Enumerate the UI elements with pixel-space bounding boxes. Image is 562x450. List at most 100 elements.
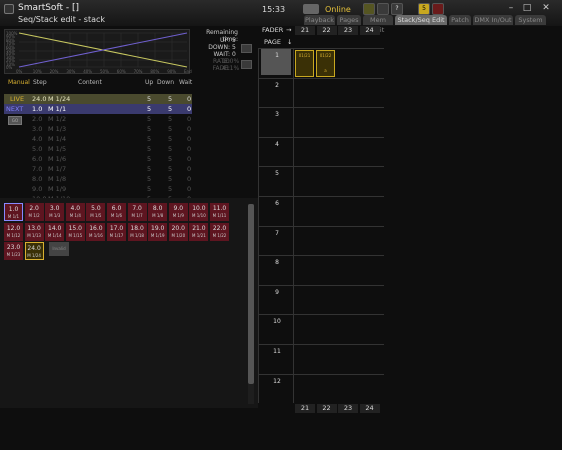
cue-button[interactable]: 10.0 M 1/10 [189,203,209,221]
cue-button[interactable]: 16.0 M 1/16 [86,222,106,241]
step-wait: 0 [187,165,192,173]
step-down: 5 [168,115,173,123]
remaining-up-value: 5 [232,37,236,44]
page-number[interactable]: 3 [262,111,292,118]
page-divider [258,373,384,375]
page-number[interactable]: 1 [262,52,292,59]
cue-number: 12.0 [6,224,21,232]
list-item[interactable]: 9.0 M 1/9 5 5 0 [4,184,192,194]
cue-memory: M 1/3 [49,213,61,218]
cue-button[interactable]: 7.0 M 1/7 [127,203,147,221]
cue-button[interactable]: 6.0 M 1/6 [107,203,126,221]
fader-slot-22[interactable]: 01/22 a [316,50,335,77]
cue-button[interactable]: 18.0 M 1/18 [127,222,147,241]
cue-memory: M 1/12 [6,232,21,238]
help-icon[interactable]: ? [391,3,403,15]
tab-mem-edit[interactable]: Mem Edit [363,15,393,34]
fader-column-header[interactable]: 23 [338,26,358,35]
tab-pages[interactable]: Pages [337,15,361,25]
cue-number: 5.0 [91,205,101,212]
list-item[interactable]: 7.0 M 1/7 5 5 0 [4,164,192,174]
cue-button[interactable]: 19.0 M 1/19 [148,222,168,241]
remaining-down-label: DOWN: [208,44,230,51]
tab-playback[interactable]: Playback [304,15,335,25]
cue-button[interactable]: 14.0 M 1/14 [45,222,65,241]
fader-column-footer[interactable]: 24 [359,404,380,413]
cue-button[interactable]: 8.0 M 1/8 [148,203,168,221]
step-content: M 1/2 [48,115,67,123]
page-number[interactable]: 8 [262,259,292,266]
step-number: 8.0 [32,175,43,183]
maximize-icon[interactable]: □ [521,3,533,15]
cue-button[interactable]: 2.0 M 1/2 [24,203,44,221]
tab-dmx-in-out[interactable]: DMX In/Out [473,15,513,25]
step-number: 3.0 [32,125,43,133]
page-divider [258,225,384,227]
fader-column-header[interactable]: 21 [295,26,315,35]
cue-button[interactable]: 3.0 M 1/3 [45,203,65,221]
page-number[interactable]: 4 [262,141,292,148]
tab-patch[interactable]: Patch [449,15,471,25]
page-number[interactable]: 7 [262,230,292,237]
keyboard-icon[interactable] [377,3,389,15]
connection-icon[interactable] [303,4,319,14]
rate-button[interactable] [241,44,252,53]
page-number[interactable]: 10 [262,318,292,325]
tab-system[interactable]: System [515,15,546,25]
step-content: M 1/3 [48,125,67,133]
list-item[interactable]: 5.0 M 1/5 5 5 0 [4,144,192,154]
fade-button[interactable] [241,60,252,69]
tab-stack-seq-edit[interactable]: Stack/Seq Edit [395,15,447,25]
page-number[interactable]: 12 [262,378,292,385]
x-tick-label: 40% [83,69,93,74]
cue-button[interactable]: 15.0 M 1/15 [65,222,85,241]
page-number[interactable]: 2 [262,82,292,89]
clock: 15:33 [262,5,286,14]
page-divider [258,255,384,257]
record-icon[interactable] [363,3,375,15]
cue-button[interactable]: 4.0 M 1/4 [65,203,85,221]
fader-column-header[interactable]: 22 [316,26,337,35]
live-row[interactable]: LIVE 24.0 M 1/24 5 5 0 [4,94,192,104]
fader-column-footer[interactable]: 23 [338,404,358,413]
page-number[interactable]: 5 [262,170,292,177]
cue-button[interactable]: 5.0 M 1/5 [86,203,106,221]
cue-button[interactable]: 21.0 M 1/21 [189,222,209,241]
cue-button[interactable]: 13.0 M 1/13 [24,222,44,241]
cue-button[interactable]: 9.0 M 1/9 [168,203,188,221]
cue-button[interactable]: 20.0 M 1/20 [168,222,188,241]
page-number[interactable]: 9 [262,289,292,296]
minimize-icon[interactable]: – [505,3,517,15]
list-item[interactable]: 4.0 M 1/4 5 5 0 [4,134,192,144]
header-manual[interactable]: Manual [8,79,30,86]
close-icon[interactable]: ✕ [540,3,552,15]
page-number[interactable]: 11 [262,348,292,355]
cue-number: 2.0 [29,205,39,212]
fader-column-footer[interactable]: 22 [316,404,337,413]
cue-scrollbar-thumb[interactable] [248,204,254,384]
cue-button[interactable]: 1.0 M 1/1 [4,203,23,221]
cue-button[interactable]: 17.0 M 1/17 [107,222,126,241]
next-row[interactable]: NEXT 1.0 M 1/1 5 5 0 [4,104,192,114]
list-item[interactable]: 2.0 M 1/2 5 5 0 [4,114,192,124]
remaining-up-label: UP: [219,37,230,44]
page-number[interactable]: 6 [262,200,292,207]
cue-button[interactable]: 22.0 M 1/22 [210,222,229,241]
cue-button[interactable]: 12.0 M 1/12 [4,222,23,241]
fader-slot-21[interactable]: 01/21 [295,50,314,77]
cue-number: 21.0 [192,224,206,232]
list-item[interactable]: 6.0 M 1/6 5 5 0 [4,154,192,164]
page-badge-icon[interactable]: 5 [418,3,430,15]
apple-icon[interactable] [432,3,444,15]
cue-number: 7.0 [132,205,142,212]
cue-button[interactable]: 24.0 M 1/24 [24,242,44,260]
cue-button[interactable]: 11.0 M 1/11 [210,203,229,221]
step-wait: 0 [187,145,192,153]
list-item[interactable]: 3.0 M 1/3 5 5 0 [4,124,192,134]
fader-column-header[interactable]: 24 [359,26,380,35]
fader-column-footer[interactable]: 21 [295,404,315,413]
invalid-cue[interactable]: Invalid [49,242,69,256]
cue-button[interactable]: 23.0 M 1/23 [4,242,23,260]
list-item[interactable]: 8.0 M 1/8 5 5 0 [4,174,192,184]
cue-memory: M 1/11 [212,213,227,218]
